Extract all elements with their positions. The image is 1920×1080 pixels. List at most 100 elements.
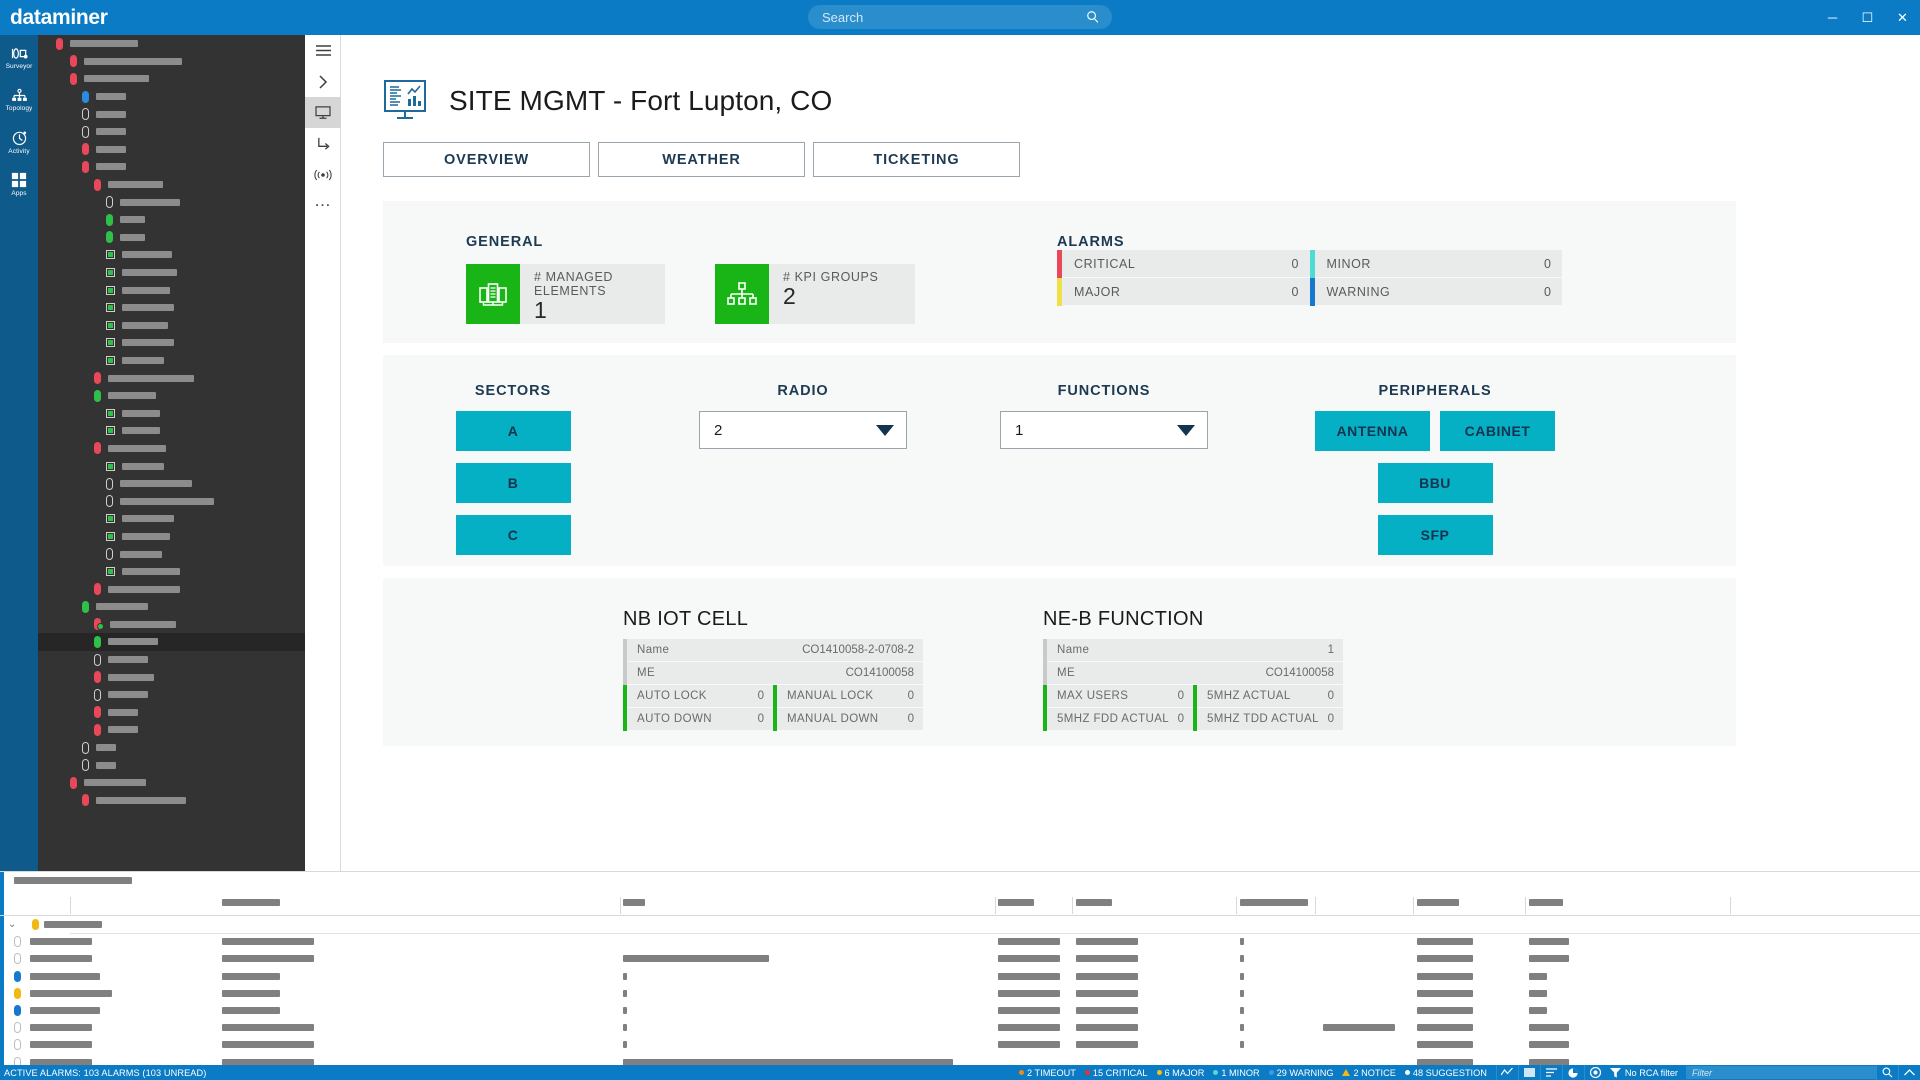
tree-row[interactable] <box>38 704 305 722</box>
expand-collapse-icon[interactable]: ⌄ <box>8 919 16 930</box>
column-separator[interactable] <box>1413 897 1414 914</box>
target-icon[interactable] <box>1583 1065 1606 1080</box>
tree-row[interactable] <box>38 422 305 440</box>
sector-button-b[interactable]: B <box>455 463 571 503</box>
tab-weather[interactable]: WEATHER <box>598 142 805 177</box>
tree-row[interactable] <box>38 334 305 352</box>
pie-chart-icon[interactable] <box>1561 1065 1584 1080</box>
tree-row[interactable] <box>38 756 305 774</box>
sector-button-c[interactable]: C <box>455 515 571 555</box>
column-separator[interactable] <box>1236 897 1237 914</box>
trend-chart-icon[interactable] <box>1495 1065 1518 1080</box>
tab-overview[interactable]: OVERVIEW <box>383 142 590 177</box>
chevron-up-icon[interactable] <box>1898 1065 1920 1080</box>
table-view-icon[interactable] <box>1517 1065 1540 1080</box>
alarm-table-row[interactable] <box>0 933 1920 950</box>
tree-row[interactable] <box>38 668 305 686</box>
column-separator[interactable] <box>1525 897 1526 914</box>
tree-row[interactable] <box>38 792 305 810</box>
tree-row[interactable] <box>38 317 305 335</box>
functions-dropdown[interactable]: 1 <box>1000 411 1208 449</box>
element-tree[interactable] <box>38 35 305 871</box>
rail-item-apps[interactable]: Apps <box>0 161 38 203</box>
list-view-icon[interactable] <box>1539 1065 1562 1080</box>
tree-row[interactable] <box>38 510 305 528</box>
tree-row[interactable] <box>38 440 305 458</box>
alarm-cell[interactable]: MINOR 0 <box>1309 249 1562 278</box>
filter-input[interactable]: Filter <box>1686 1066 1876 1079</box>
alarm-cell[interactable]: CRITICAL 0 <box>1057 249 1310 278</box>
alarm-table-row[interactable] <box>0 1002 1920 1019</box>
tab-bar[interactable]: OVERVIEW WEATHER TICKETING <box>341 122 1920 177</box>
tree-row[interactable] <box>38 774 305 792</box>
alarm-table-row[interactable] <box>0 1019 1920 1036</box>
general-tile[interactable]: # MANAGED ELEMENTS 1 <box>466 264 665 324</box>
alarm-table-row[interactable] <box>0 968 1920 985</box>
global-search[interactable] <box>808 5 1112 29</box>
minimize-button[interactable]: ─ <box>1815 0 1850 35</box>
monitor-icon[interactable] <box>305 97 341 128</box>
tree-row[interactable] <box>38 53 305 71</box>
tree-row[interactable] <box>38 563 305 581</box>
tree-row[interactable] <box>38 580 305 598</box>
alarm-cell[interactable]: MAJOR 0 <box>1057 277 1310 306</box>
tree-row[interactable] <box>38 633 305 651</box>
tree-row[interactable] <box>38 123 305 141</box>
flow-icon[interactable] <box>305 128 341 159</box>
tree-row[interactable] <box>38 70 305 88</box>
tree-row[interactable] <box>38 387 305 405</box>
status-count-chip[interactable]: 2 NOTICE <box>1342 1068 1396 1078</box>
tree-row[interactable] <box>38 721 305 739</box>
rail-item-topology[interactable]: Topology <box>0 77 38 119</box>
filter-search-icon[interactable] <box>1876 1065 1898 1080</box>
alarm-table-row[interactable] <box>0 1036 1920 1053</box>
tree-row[interactable] <box>38 457 305 475</box>
tree-row[interactable] <box>38 475 305 493</box>
sector-button-a[interactable]: A <box>455 411 571 451</box>
tree-row[interactable] <box>38 35 305 53</box>
alarm-table-row[interactable] <box>0 1054 1920 1065</box>
tree-row[interactable] <box>38 651 305 669</box>
tree-row[interactable] <box>38 176 305 194</box>
tab-ticketing[interactable]: TICKETING <box>813 142 1020 177</box>
tree-row[interactable] <box>38 158 305 176</box>
column-separator[interactable] <box>1315 897 1316 914</box>
tree-row[interactable] <box>38 246 305 264</box>
status-count-chip[interactable]: 1 MINOR <box>1213 1068 1260 1078</box>
tree-row[interactable] <box>38 404 305 422</box>
alarm-table-row[interactable]: ⌄ <box>0 916 1920 934</box>
search-input[interactable] <box>808 9 1086 25</box>
status-count-chip[interactable]: 48 SUGGESTION <box>1404 1068 1487 1078</box>
window-controls[interactable]: ─ ☐ ✕ <box>1815 0 1920 35</box>
tree-row[interactable] <box>38 264 305 282</box>
peripheral-button-cabinet[interactable]: CABINET <box>1440 411 1555 451</box>
column-separator[interactable] <box>995 897 996 914</box>
alarm-cell[interactable]: WARNING 0 <box>1309 277 1562 306</box>
tree-row[interactable] <box>38 141 305 159</box>
tree-row[interactable] <box>38 686 305 704</box>
console-column-headers[interactable] <box>0 894 1920 916</box>
status-count-chip[interactable]: 15 CRITICAL <box>1084 1068 1148 1078</box>
alarm-table-row[interactable] <box>0 985 1920 1002</box>
column-separator[interactable] <box>1072 897 1073 914</box>
tree-row[interactable] <box>38 616 305 634</box>
tree-row[interactable] <box>38 281 305 299</box>
broadcast-icon[interactable] <box>305 159 341 190</box>
peripheral-button-sfp[interactable]: SFP <box>1377 515 1493 555</box>
rail-item-activity[interactable]: Activity <box>0 119 38 161</box>
radio-dropdown[interactable]: 2 <box>699 411 907 449</box>
console-rows[interactable]: ⌄ <box>0 916 1920 1065</box>
tree-row[interactable] <box>38 105 305 123</box>
tree-row[interactable] <box>38 211 305 229</box>
rca-filter[interactable]: No RCA filter <box>1606 1067 1686 1078</box>
tree-row[interactable] <box>38 352 305 370</box>
maximize-button[interactable]: ☐ <box>1850 0 1885 35</box>
column-separator[interactable] <box>1730 897 1731 914</box>
tree-row[interactable] <box>38 545 305 563</box>
tree-row[interactable] <box>38 739 305 757</box>
rail-item-surveyor[interactable]: Surveyor <box>0 35 38 77</box>
peripheral-button-antenna[interactable]: ANTENNA <box>1315 411 1430 451</box>
more-icon[interactable]: … <box>305 190 341 221</box>
tree-row[interactable] <box>38 193 305 211</box>
status-count-chip[interactable]: 29 WARNING <box>1268 1068 1333 1078</box>
